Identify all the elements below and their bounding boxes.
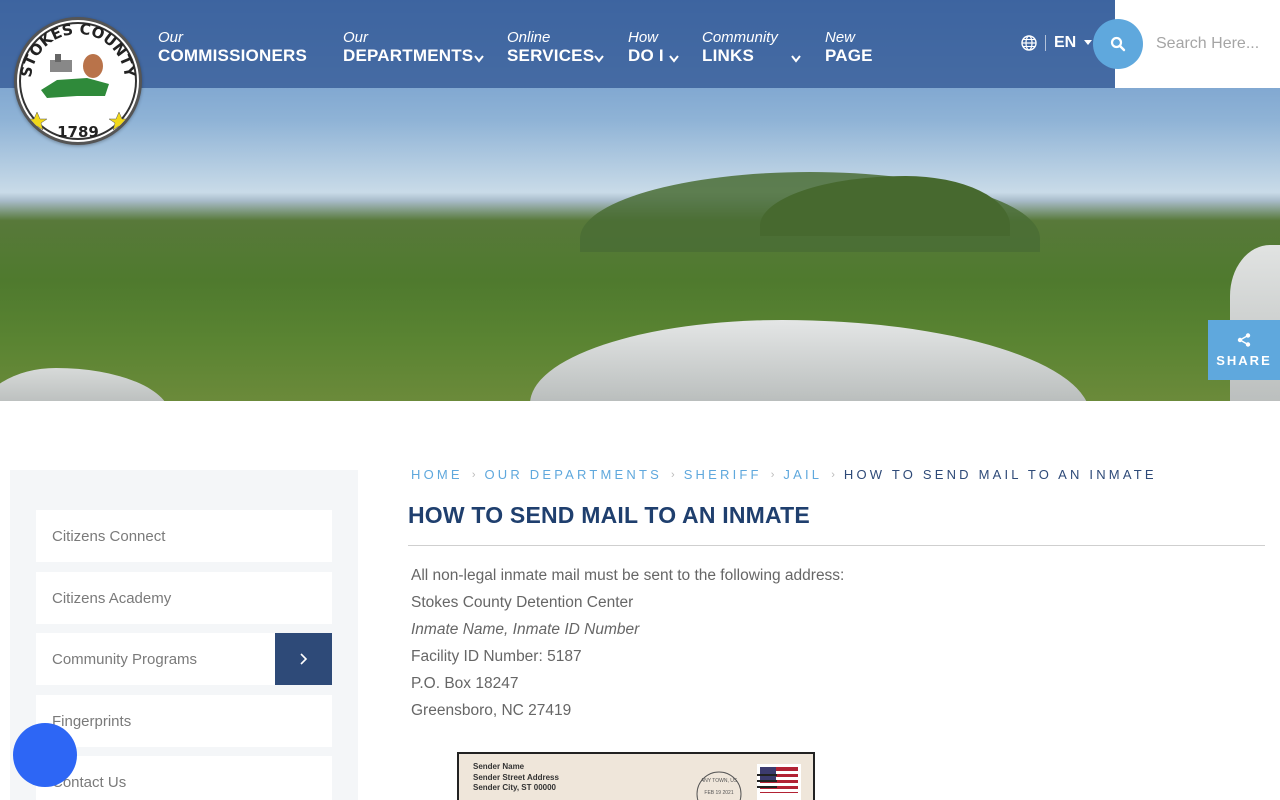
postmark-icon: ANY TOWN, US FEB 19 2021 <box>696 771 742 800</box>
nav-big-label: LINKS <box>702 46 754 65</box>
chevron-down-icon <box>474 55 484 63</box>
globe-icon <box>1021 35 1037 51</box>
breadcrumb-jail[interactable]: JAIL <box>783 467 822 482</box>
chat-widget-button[interactable] <box>13 723 77 787</box>
chevron-right-icon: › <box>671 468 675 481</box>
language-divider <box>1045 35 1046 51</box>
nav-community-links[interactable]: Community LINKS <box>702 29 801 66</box>
nav-how-do-i[interactable]: How DO I <box>628 29 679 66</box>
share-button[interactable]: SHARE <box>1208 320 1280 380</box>
chevron-right-icon: › <box>770 468 775 481</box>
nav-small-label: Online <box>507 29 551 46</box>
sidebar-item-citizens-connect[interactable]: Citizens Connect <box>36 510 332 562</box>
sender-line: Sender Street Address <box>473 772 559 782</box>
content-line: Inmate Name, Inmate ID Number <box>411 621 640 638</box>
search-icon <box>1110 36 1126 52</box>
sidebar-item-label: Citizens Academy <box>52 589 172 607</box>
envelope-sender-address: Sender Name Sender Street Address Sender… <box>473 762 559 794</box>
nav-services[interactable]: Online SERVICES <box>507 29 604 66</box>
nav-big-label: SERVICES <box>507 46 595 65</box>
title-divider <box>408 545 1265 546</box>
sample-envelope-image: Sender Name Sender Street Address Sender… <box>457 752 815 800</box>
logo-year: 1789 <box>57 123 99 141</box>
chevron-down-icon <box>791 55 801 63</box>
nav-commissioners[interactable]: Our COMMISSIONERS <box>158 30 307 66</box>
nav-small-label: Our <box>158 29 184 46</box>
share-icon <box>1237 332 1251 347</box>
sidebar-item-citizens-academy[interactable]: Citizens Academy <box>36 572 332 624</box>
caret-down-icon <box>1084 40 1093 45</box>
nav-departments[interactable]: Our DEPARTMENTS <box>343 29 484 66</box>
breadcrumb: HOME › OUR DEPARTMENTS › SHERIFF › JAIL … <box>411 467 1157 482</box>
sidebar-item-label: Citizens Connect <box>52 527 166 545</box>
search-button[interactable] <box>1093 19 1143 69</box>
content-line: Greensboro, NC 27419 <box>411 702 572 719</box>
sidebar-item-fingerprints[interactable]: Fingerprints <box>36 695 332 747</box>
mailing-address-content: All non-legal inmate mail must be sent t… <box>411 562 844 724</box>
nav-big-label: DO I <box>628 46 664 65</box>
search-input[interactable] <box>1142 26 1272 62</box>
nav-small-label: How <box>628 29 659 46</box>
nav-small-label: New <box>825 29 856 46</box>
expand-submenu-button[interactable] <box>275 633 332 685</box>
envelope-side-label: LE <box>412 761 419 799</box>
nav-big-label: PAGE <box>825 46 873 65</box>
county-seal-logo[interactable]: STOKES COUNTY 1789 <box>14 17 142 145</box>
nav-new-page[interactable]: New PAGE <box>825 30 873 66</box>
breadcrumb-our-departments[interactable]: OUR DEPARTMENTS <box>484 467 662 482</box>
language-selector[interactable]: EN <box>1021 34 1093 52</box>
sidebar-item-label: Fingerprints <box>52 712 132 730</box>
page-title: HOW TO SEND MAIL TO AN INMATE <box>408 502 810 528</box>
svg-text:ANY TOWN, US: ANY TOWN, US <box>701 778 738 784</box>
share-label: SHARE <box>1216 352 1272 368</box>
stamp-flag-icon <box>757 764 801 800</box>
chevron-right-icon <box>299 653 307 665</box>
chevron-down-icon <box>594 55 604 63</box>
nav-small-label: Our <box>343 29 369 46</box>
sidebar-item-community-programs[interactable]: Community Programs <box>36 633 332 685</box>
nav-big-label: DEPARTMENTS <box>343 46 474 65</box>
breadcrumb-current: HOW TO SEND MAIL TO AN INMATE <box>843 467 1157 482</box>
sender-line: Sender City, ST 00000 <box>473 783 556 792</box>
content-line: P.O. Box 18247 <box>411 675 519 692</box>
sidebar-item-contact-us[interactable]: Contact Us <box>36 756 332 800</box>
chevron-right-icon: › <box>471 468 476 481</box>
sender-line: Sender Name <box>473 762 525 771</box>
rock-outcrop-left <box>0 368 170 401</box>
nav-small-label: Community <box>702 29 778 46</box>
rock-outcrop <box>530 320 1090 401</box>
breadcrumb-sheriff[interactable]: SHERIFF <box>684 467 762 482</box>
svg-text:LE: LE <box>412 761 419 799</box>
svg-text:FEB 19 2021: FEB 19 2021 <box>704 790 733 796</box>
content-line: Facility ID Number: 5187 <box>411 648 582 665</box>
breadcrumb-home[interactable]: HOME <box>411 467 463 482</box>
language-code: EN <box>1054 34 1077 51</box>
chevron-down-icon <box>669 55 679 63</box>
chevron-right-icon: › <box>831 468 835 481</box>
sidebar-item-label: Community Programs <box>52 650 198 668</box>
content-line: Stokes County Detention Center <box>411 594 634 611</box>
nav-big-label: COMMISSIONERS <box>158 46 308 65</box>
content-line: All non-legal inmate mail must be sent t… <box>411 567 845 584</box>
